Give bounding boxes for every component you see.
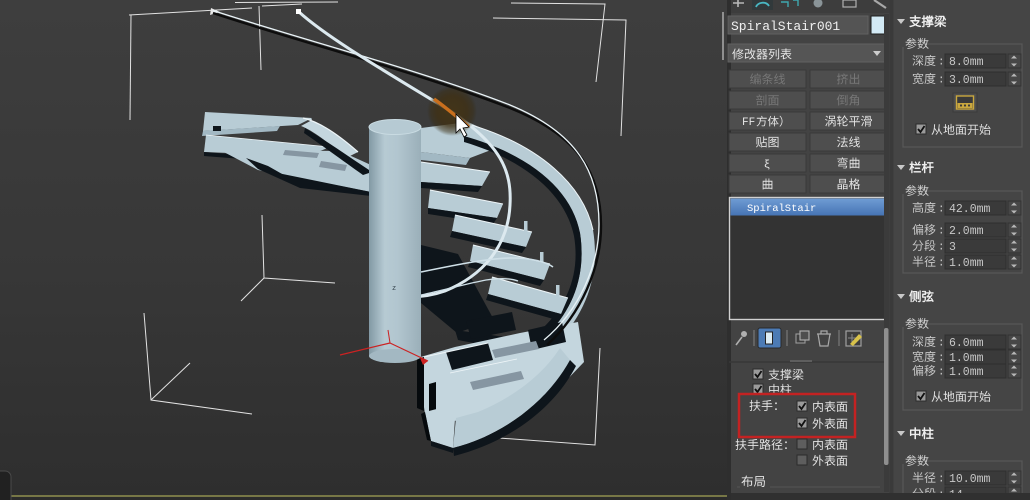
svg-text:3.0mm: 3.0mm bbox=[949, 74, 984, 87]
svg-text:1.0mm: 1.0mm bbox=[949, 366, 984, 379]
svg-text::: : bbox=[938, 242, 945, 254]
svg-text:3: 3 bbox=[949, 241, 956, 254]
svg-text:10.0mm: 10.0mm bbox=[949, 473, 991, 486]
svg-text:SpiralStair001: SpiralStair001 bbox=[731, 19, 840, 34]
svg-text:1.0mm: 1.0mm bbox=[949, 352, 984, 365]
svg-text:SpiralStair: SpiralStair bbox=[747, 203, 816, 215]
svg-text::: : bbox=[938, 338, 945, 350]
svg-text::: : bbox=[938, 226, 945, 238]
svg-text:42.0mm: 42.0mm bbox=[949, 203, 991, 216]
svg-text:6.0mm: 6.0mm bbox=[949, 337, 984, 350]
svg-text:8.0mm: 8.0mm bbox=[949, 56, 984, 69]
svg-text::: : bbox=[938, 57, 945, 69]
svg-text:z: z bbox=[392, 285, 396, 293]
svg-text::: : bbox=[938, 353, 945, 365]
svg-text::: : bbox=[938, 204, 945, 216]
svg-text:ξ: ξ bbox=[764, 160, 771, 172]
svg-text:FF: FF bbox=[742, 117, 755, 129]
svg-text:1.0mm: 1.0mm bbox=[949, 257, 984, 270]
svg-text::: : bbox=[938, 367, 945, 379]
svg-text::: : bbox=[938, 258, 945, 270]
svg-text::: : bbox=[938, 474, 945, 486]
svg-text:2.0mm: 2.0mm bbox=[949, 225, 984, 238]
svg-text::: : bbox=[938, 75, 945, 87]
